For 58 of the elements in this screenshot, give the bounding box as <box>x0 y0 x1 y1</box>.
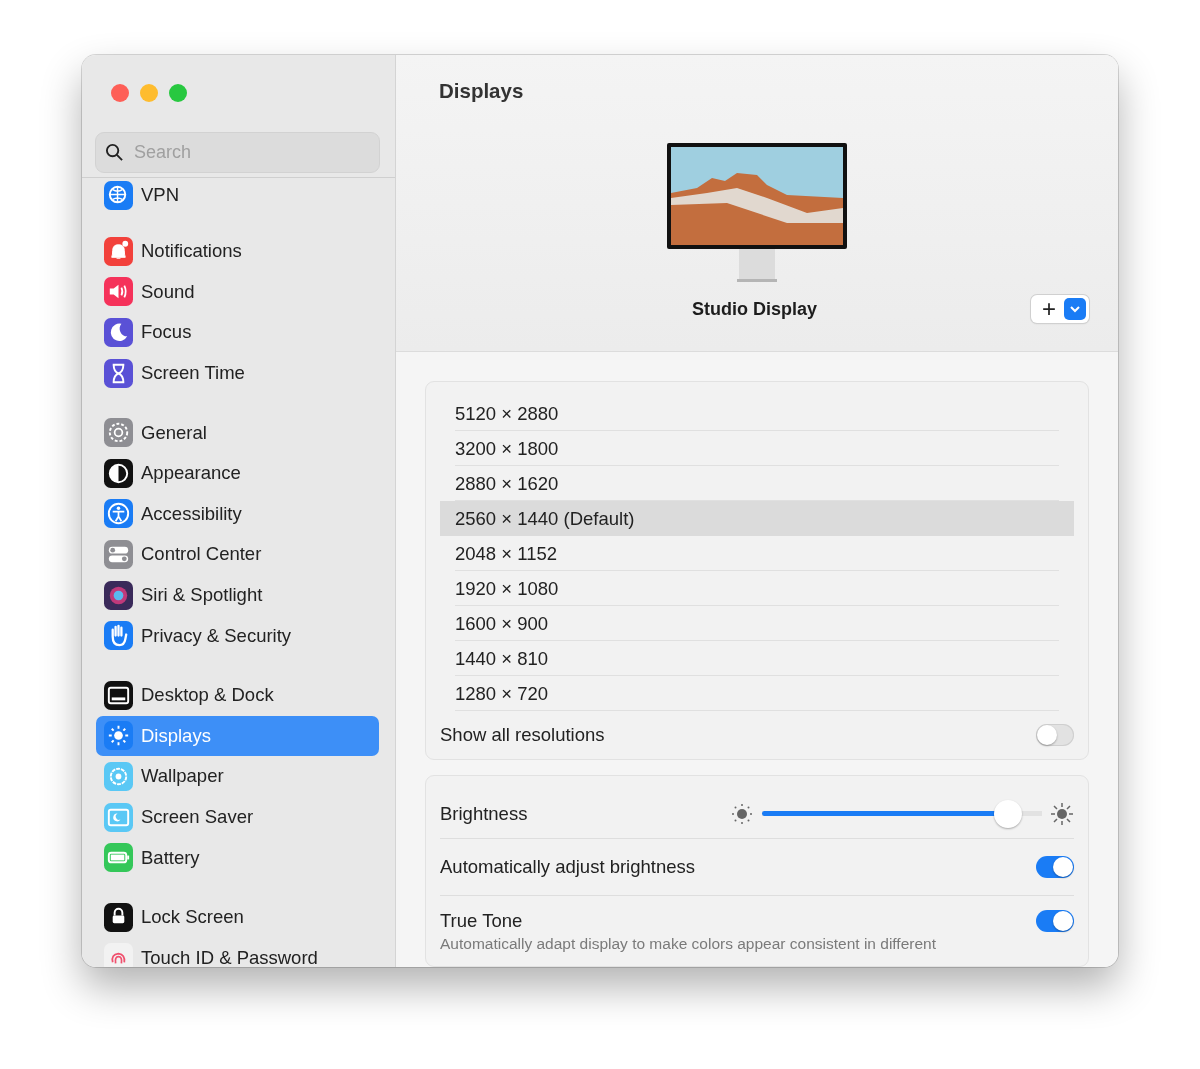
sidebar-item[interactable]: Control Center <box>96 534 379 575</box>
sun-icon <box>104 721 133 751</box>
setting-label: Show all resolutions <box>440 724 605 746</box>
sidebar-item[interactable]: Focus <box>96 312 379 353</box>
sidebar-item[interactable]: Siri & Spotlight <box>96 574 379 616</box>
window-control[interactable] <box>111 84 129 102</box>
sidebar-item[interactable]: Lock Screen <box>96 896 379 938</box>
setting-label: True Tone <box>440 910 524 932</box>
toggles-icon <box>104 539 133 569</box>
sidebar-item[interactable]: Accessibility <box>96 493 379 535</box>
resolution-option[interactable]: 1280 × 720 <box>440 676 1074 711</box>
resolution-option[interactable]: 1920 × 1080 <box>440 571 1074 606</box>
setting-label: Brightness <box>440 803 528 825</box>
orb-icon <box>104 580 133 610</box>
sidebar-item[interactable]: Sound <box>96 271 379 313</box>
sidebar-item[interactable]: Appearance <box>96 452 379 494</box>
hourglass-icon <box>104 358 133 388</box>
screen-icon <box>104 802 133 832</box>
chevron-down-icon[interactable] <box>1064 298 1086 320</box>
resolution-option[interactable]: 1440 × 810 <box>440 641 1074 676</box>
sidebar-item[interactable]: General <box>96 412 379 453</box>
toggle-switch[interactable] <box>1036 910 1074 932</box>
dim-sun-icon <box>730 802 754 826</box>
resolution-option[interactable]: 5120 × 2880 <box>440 396 1074 431</box>
gear-icon <box>104 418 133 448</box>
setting-label: Automatically adjust brightness <box>440 856 696 878</box>
search-field[interactable]: Search <box>95 132 380 173</box>
sidebar-item[interactable]: Desktop & Dock <box>96 674 379 716</box>
globe-icon <box>104 180 133 210</box>
toggle-switch[interactable] <box>1036 724 1074 746</box>
sidebar-item[interactable]: Privacy & Security <box>96 615 379 656</box>
window-icon <box>104 680 133 710</box>
sidebar-item[interactable]: Screen Saver <box>96 796 379 838</box>
lock-icon <box>104 902 133 932</box>
sidebar-item[interactable]: VPN <box>96 178 379 212</box>
resolution-option[interactable]: 2560 × 1440 (Default) <box>440 501 1074 536</box>
resolution-option[interactable]: 3200 × 1800 <box>440 431 1074 466</box>
page-title: Displays <box>439 79 525 103</box>
sidebar-item[interactable]: Notifications <box>96 231 379 272</box>
bright-sun-icon <box>1050 802 1074 826</box>
sidebar-item[interactable]: Wallpaper <box>96 756 379 797</box>
sidebar-item[interactable]: Touch ID & Password <box>96 937 379 967</box>
add-display-control[interactable]: + <box>1031 295 1089 323</box>
sidebar-item[interactable]: Battery <box>96 837 379 878</box>
toggle-switch[interactable] <box>1036 856 1074 878</box>
battery-icon <box>104 843 133 873</box>
resolution-option[interactable]: 2880 × 1620 <box>440 466 1074 501</box>
bell-icon <box>104 236 133 266</box>
speaker-icon <box>104 277 133 307</box>
search-icon <box>105 143 124 162</box>
moon-icon <box>104 318 133 347</box>
person-icon <box>104 499 133 529</box>
setting-description: Automatically adapt display to make colors appear consistent in different <box>440 935 936 953</box>
hand-icon <box>104 621 133 651</box>
sidebar-item[interactable]: Screen Time <box>96 352 379 394</box>
resolution-option[interactable]: 2048 × 1152 <box>440 536 1074 571</box>
display-name: Studio Display <box>692 298 817 320</box>
resolution-option[interactable]: 1600 × 900 <box>440 606 1074 641</box>
